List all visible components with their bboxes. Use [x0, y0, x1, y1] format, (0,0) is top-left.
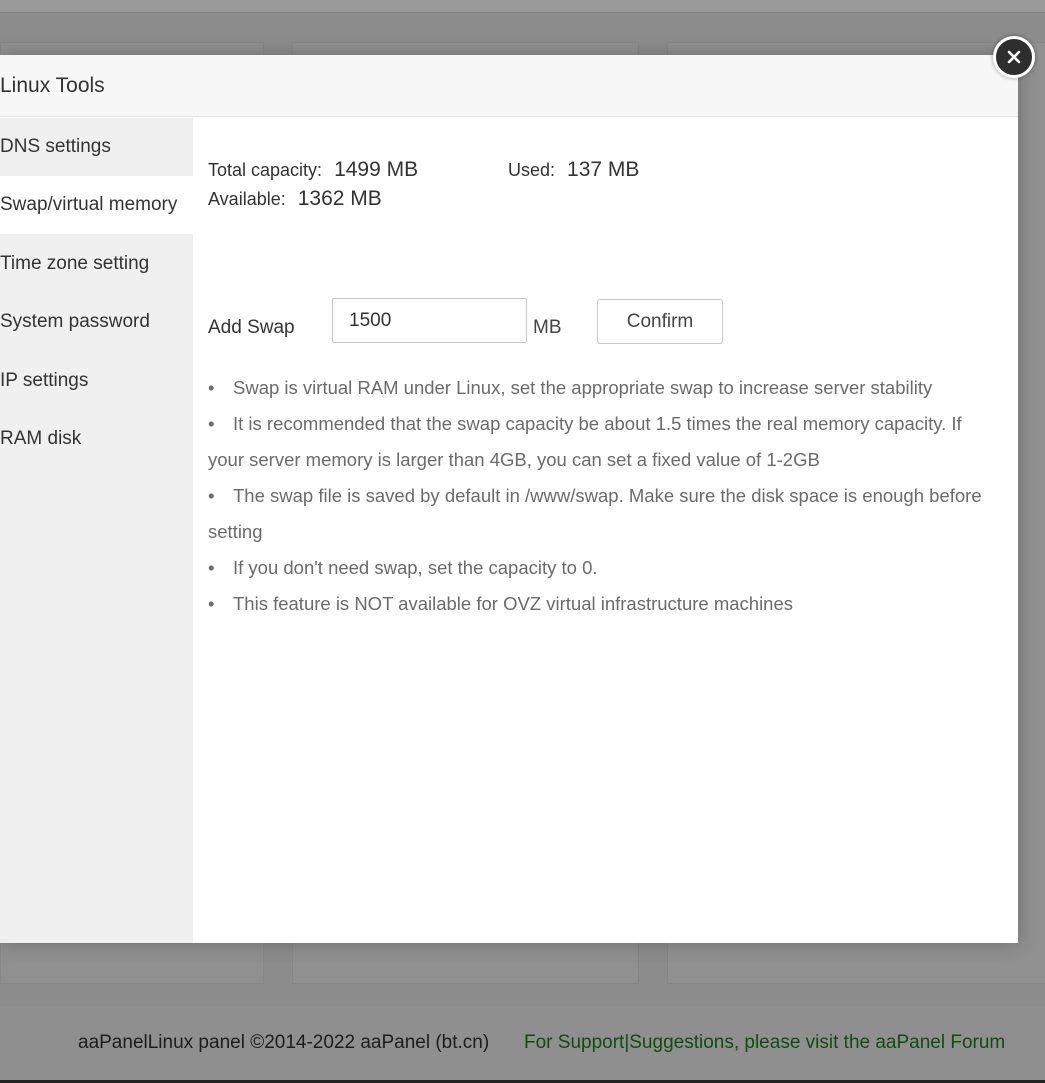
total-capacity-stat: Total capacity: 1499 MB [208, 158, 418, 182]
bullet-icon: • [208, 485, 215, 506]
close-icon[interactable] [993, 36, 1035, 78]
swap-panel: Total capacity: 1499 MB Used: 137 MB Avail… [208, 118, 1003, 943]
list-item: • The swap file is saved by default in /w… [208, 478, 988, 550]
add-swap-label: Add Swap [208, 317, 295, 338]
used-value: 137 MB [567, 158, 640, 181]
sidebar-item-system-password[interactable]: System password [0, 293, 193, 351]
linux-tools-dialog: Linux Tools DNS settings Swap/virtual me… [0, 55, 1018, 943]
bullet-icon: • [208, 557, 215, 578]
tools-sidebar: DNS settings Swap/virtual memory Time zo… [0, 118, 193, 943]
footer-support-link[interactable]: For Support|Suggestions, please visit th… [524, 1032, 1005, 1054]
available-stat: Available: 1362 MB [208, 187, 382, 211]
list-item: • If you don't need swap, set the capacit… [208, 550, 988, 586]
close-glyph-icon [1007, 50, 1021, 64]
used-stat: Used: 137 MB [508, 158, 639, 182]
available-value: 1362 MB [297, 187, 382, 210]
footer-copyright: aaPanelLinux panel ©2014-2022 aaPanel (b… [78, 1032, 490, 1053]
swap-unit-label: MB [533, 317, 562, 338]
swap-tips-list: • Swap is virtual RAM under Linux, set th… [208, 370, 988, 622]
sidebar-item-dns-settings[interactable]: DNS settings [0, 118, 193, 176]
bullet-icon: • [208, 593, 215, 614]
bullet-icon: • [208, 413, 215, 434]
bullet-icon: • [208, 377, 215, 398]
available-label: Available: [208, 189, 286, 209]
list-item: • It is recommended that the swap capacit… [208, 406, 988, 478]
swap-size-input[interactable] [332, 298, 527, 343]
sidebar-item-ram-disk[interactable]: RAM disk [0, 410, 193, 468]
sidebar-item-time-zone-setting[interactable]: Time zone setting [0, 235, 193, 293]
background-header [0, 0, 1045, 13]
total-capacity-value: 1499 MB [334, 158, 419, 181]
used-label: Used: [508, 160, 556, 180]
list-item: • This feature is NOT available for OVZ v… [208, 586, 988, 622]
total-capacity-label: Total capacity: [208, 160, 323, 180]
list-item: • Swap is virtual RAM under Linux, set th… [208, 370, 988, 406]
confirm-button[interactable]: Confirm [597, 299, 723, 344]
sidebar-item-swap-virtual-memory[interactable]: Swap/virtual memory [0, 176, 193, 234]
dialog-header: Linux Tools [0, 55, 1018, 117]
dialog-title: Linux Tools [0, 74, 105, 97]
sidebar-item-ip-settings[interactable]: IP settings [0, 352, 193, 410]
